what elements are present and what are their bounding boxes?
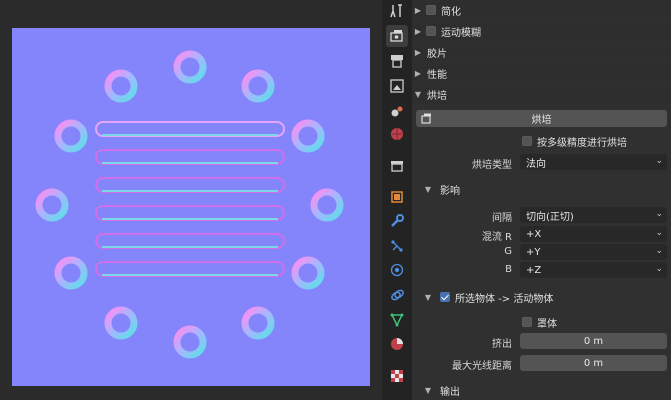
image-viewport[interactable] [0, 0, 382, 400]
swizzle-b-value: +Z [526, 264, 542, 276]
bake-button-label: 烘培 [531, 115, 552, 126]
subpanel-output[interactable]: ▼ 输出 [412, 380, 671, 400]
panel-motion-blur[interactable]: ▶ 运动模糊 [412, 21, 671, 41]
chevron-right-icon: ▶ [414, 47, 422, 57]
chevron-down-icon: ▼ [424, 184, 432, 194]
swizzle-g-value: +Y [526, 246, 541, 258]
data-icon[interactable] [386, 309, 408, 331]
panel-film[interactable]: ▶ 胶片 [412, 42, 671, 62]
object-icon[interactable] [386, 186, 408, 208]
extrusion-value: 0 m [583, 335, 604, 347]
motion-blur-checkbox[interactable] [426, 26, 436, 36]
modifier-icon[interactable] [386, 210, 408, 232]
swizzle-g-label: G [504, 246, 512, 257]
constraints-icon[interactable] [386, 284, 408, 306]
influence-header: 影响 [440, 185, 460, 197]
chevron-down-icon: ▼ [414, 89, 422, 99]
multires-label: 按多级精度进行烘培 [537, 137, 627, 149]
render-icon[interactable] [386, 25, 408, 47]
max-ray-label: 最大光线距离 [452, 361, 512, 372]
extrusion-label: 挤出 [492, 339, 512, 350]
chevron-down-icon: ⌄ [655, 228, 663, 238]
bake-type-label: 烘培类型 [472, 160, 512, 171]
bake-type-dropdown[interactable]: 法向 ⌄ [520, 154, 667, 170]
subpanel-selected-to-active[interactable]: ▼ 所选物体 -> 活动物体 [412, 287, 671, 307]
panel-simplify-label: 简化 [441, 6, 461, 18]
subpanel-influence[interactable]: ▼ 影响 [412, 179, 671, 199]
view-layer-icon[interactable] [386, 75, 408, 97]
chevron-down-icon: ▼ [424, 385, 432, 395]
chevron-down-icon: ⌄ [655, 264, 663, 274]
properties-panel: ▶ 简化 ▶ 运动模糊 ▶ 胶片 ▶ 性能 ▼ 烘培 烘培 按多级精度进行烘培 … [412, 0, 671, 400]
multires-row[interactable]: 按多级精度进行烘培 [522, 131, 671, 151]
panel-simplify[interactable]: ▶ 简化 [412, 0, 671, 20]
particles-icon[interactable] [386, 235, 408, 257]
swizzle-r-label: 混流 R [481, 232, 512, 243]
panel-bake[interactable]: ▼ 烘培 [412, 84, 671, 104]
swizzle-g-dropdown[interactable]: +Y ⌄ [520, 244, 667, 260]
material-icon[interactable] [386, 333, 408, 355]
space-value: 切向(正切) [526, 211, 574, 223]
cage-checkbox[interactable] [522, 317, 532, 327]
world-icon[interactable] [386, 123, 408, 145]
cage-row[interactable]: 罩体 [522, 312, 671, 332]
swizzle-b-dropdown[interactable]: +Z ⌄ [520, 262, 667, 278]
swizzle-r-dropdown[interactable]: +X ⌄ [520, 226, 667, 242]
chevron-down-icon: ⌄ [655, 246, 663, 256]
bake-type-value: 法向 [526, 158, 546, 170]
normal-map-canvas [12, 28, 370, 386]
panel-performance[interactable]: ▶ 性能 [412, 63, 671, 83]
scene-icon[interactable] [386, 100, 408, 122]
texture-icon[interactable] [386, 365, 408, 387]
swizzle-b-label: B [505, 264, 512, 275]
chevron-down-icon: ⌄ [655, 209, 663, 219]
cage-label: 罩体 [537, 318, 557, 330]
selected-to-active-checkbox[interactable] [440, 292, 450, 302]
chevron-down-icon: ▼ [424, 292, 432, 302]
output-header: 输出 [440, 386, 460, 398]
space-label: 间隔 [492, 213, 512, 224]
collection-icon[interactable] [386, 155, 408, 177]
chevron-right-icon: ▶ [414, 26, 422, 36]
chevron-right-icon: ▶ [414, 68, 422, 78]
space-dropdown[interactable]: 切向(正切) ⌄ [520, 207, 667, 223]
extrusion-field[interactable]: 0 m [520, 333, 667, 349]
bake-button[interactable]: 烘培 [416, 110, 667, 127]
physics-icon[interactable] [386, 259, 408, 281]
bake-icon [421, 113, 431, 124]
panel-bake-label: 烘培 [427, 90, 447, 102]
panel-performance-label: 性能 [427, 69, 447, 81]
panel-motion-blur-label: 运动模糊 [441, 27, 481, 39]
output-icon[interactable] [386, 50, 408, 72]
panel-film-label: 胶片 [427, 48, 447, 60]
simplify-checkbox[interactable] [426, 5, 436, 15]
swizzle-r-value: +X [526, 228, 542, 240]
properties-tab-bar [382, 0, 413, 400]
tool-icon[interactable] [386, 0, 408, 22]
max-ray-value: 0 m [583, 357, 604, 369]
chevron-down-icon: ⌄ [655, 156, 663, 166]
chevron-right-icon: ▶ [414, 5, 422, 15]
multires-checkbox[interactable] [522, 136, 532, 146]
max-ray-field[interactable]: 0 m [520, 355, 667, 371]
selected-to-active-header: 所选物体 -> 活动物体 [455, 293, 554, 305]
